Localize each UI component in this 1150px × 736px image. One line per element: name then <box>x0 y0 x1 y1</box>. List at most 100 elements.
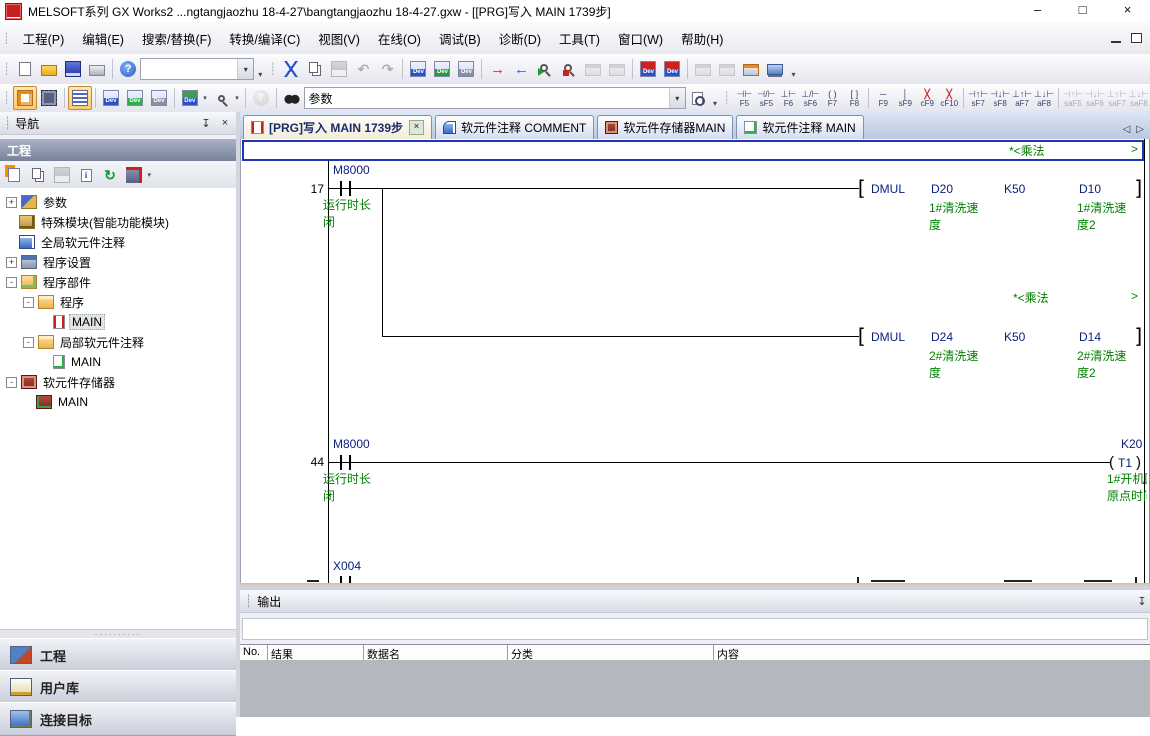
contact-symbol[interactable] <box>340 455 342 470</box>
statement-text[interactable]: *<乘法 <box>1013 289 1049 306</box>
contact-device[interactable]: M8000 <box>333 163 370 177</box>
instruction-operand[interactable]: K50 <box>1004 330 1025 344</box>
pin-icon[interactable]: ↧ <box>1134 595 1150 608</box>
falling-pulse-not-branch-button[interactable]: ⊥↓⊢saF8 <box>1128 86 1150 110</box>
refresh-button[interactable]: ↻ <box>98 163 122 187</box>
tab-device-comment[interactable]: 软元件注释 COMMENT <box>435 115 594 139</box>
falling-pulse-not-button[interactable]: ⊣↓⊢saF6 <box>1084 86 1106 110</box>
menu-online[interactable]: 在线(O) <box>369 25 430 52</box>
save-button[interactable] <box>61 57 85 81</box>
paste-data-button[interactable] <box>50 163 74 187</box>
coil-device[interactable]: T1 <box>1118 456 1132 470</box>
mdi-restore-button[interactable] <box>1131 33 1142 43</box>
device-pair-button[interactable]: Dev <box>147 86 171 110</box>
contact-symbol[interactable] <box>340 181 342 196</box>
device-find-button[interactable]: Dev <box>406 57 430 81</box>
instruction-operand[interactable]: D14 <box>1079 330 1101 344</box>
device-test-2-button[interactable]: Dev <box>660 57 684 81</box>
menu-diagnostics[interactable]: 诊断(D) <box>490 25 550 52</box>
menu-compile[interactable]: 转换/编译(C) <box>220 25 309 52</box>
navigation-toggle-button[interactable] <box>13 86 37 110</box>
bottom-nav-userlib[interactable]: 用户库 <box>0 670 236 704</box>
close-button[interactable]: × <box>1105 0 1150 22</box>
tree-expand-toggle[interactable] <box>23 398 32 407</box>
tree-expand-toggle[interactable]: - <box>23 337 34 348</box>
monitor-start-button[interactable] <box>533 57 557 81</box>
toolbar-overflow-button[interactable]: ▾ <box>710 86 720 110</box>
menu-debug[interactable]: 调试(B) <box>430 25 490 52</box>
menu-find-replace[interactable]: 搜索/替换(F) <box>133 25 220 52</box>
contact-symbol[interactable] <box>340 576 342 583</box>
statement-list-button[interactable] <box>691 57 715 81</box>
copy-button[interactable] <box>303 57 327 81</box>
menu-edit[interactable]: 编辑(E) <box>73 25 133 52</box>
rising-pulse-not-button[interactable]: ⊣↑⊢saF5 <box>1062 86 1084 110</box>
maximize-button[interactable]: □ <box>1060 0 1105 22</box>
instruction-name[interactable]: DMUL <box>871 330 905 344</box>
tree-expand-toggle[interactable]: - <box>6 277 17 288</box>
read-from-plc-button[interactable]: ← <box>509 57 533 81</box>
contact-symbol[interactable] <box>349 576 351 583</box>
minimize-button[interactable]: – <box>1015 0 1060 22</box>
device-search-button[interactable] <box>210 86 234 110</box>
pin-icon[interactable]: ↧ <box>198 117 214 130</box>
tree-expand-toggle[interactable]: + <box>6 197 17 208</box>
screen-lock-button[interactable] <box>763 57 787 81</box>
tree-item-pou[interactable]: - 程序部件 <box>0 272 236 292</box>
undo-button[interactable]: ↶ <box>351 57 375 81</box>
falling-pulse-branch-button[interactable]: ⊥↓⊢aF8 <box>1033 86 1055 110</box>
menu-window[interactable]: 窗口(W) <box>609 25 672 52</box>
tree-item-program[interactable]: - 程序 <box>0 292 236 312</box>
tree-expand-toggle[interactable]: - <box>23 297 34 308</box>
application-instruction-button[interactable]: [ ]F8 <box>843 86 865 110</box>
paste-button[interactable] <box>327 57 351 81</box>
statement-text[interactable]: *<乘法 <box>1009 142 1045 159</box>
data-property-button[interactable]: i <box>74 163 98 187</box>
open-contact-button[interactable]: ⊣⊢F5 <box>733 86 755 110</box>
tree-expand-toggle[interactable] <box>6 238 15 247</box>
note-list-button[interactable] <box>715 57 739 81</box>
copy-data-button[interactable] <box>26 163 50 187</box>
coil-symbol[interactable]: ) <box>1136 455 1141 470</box>
tree-expand-toggle[interactable]: + <box>6 257 17 268</box>
monitor-pause-button[interactable] <box>581 57 605 81</box>
rising-pulse-not-branch-button[interactable]: ⊥↑⊢saF7 <box>1106 86 1128 110</box>
cross-reference-button[interactable] <box>280 86 304 110</box>
menu-view[interactable]: 视图(V) <box>309 25 369 52</box>
tree-item-device-memory-main[interactable]: MAIN <box>0 392 236 412</box>
menu-project[interactable]: 工程(P) <box>14 25 74 52</box>
horizontal-line-button[interactable]: ─F9 <box>872 86 894 110</box>
statement-jump-button[interactable] <box>739 57 763 81</box>
tree-item-local-comment-main[interactable]: MAIN <box>0 352 236 372</box>
tree-item-global-comment[interactable]: 全局软元件注释 <box>0 232 236 252</box>
watch-button[interactable]: Dev <box>178 86 202 110</box>
cut-button[interactable] <box>279 57 303 81</box>
toolbar-overflow-button[interactable]: ▾ <box>787 57 799 81</box>
open-label-button[interactable] <box>686 86 710 110</box>
close-icon[interactable]: × <box>217 117 233 129</box>
device-test-button[interactable]: Dev <box>636 57 660 81</box>
tab-prg-main[interactable]: [PRG]写入 MAIN 1739步 × <box>243 115 432 139</box>
tree-expand-toggle[interactable] <box>6 218 15 227</box>
delete-vertical-line-button[interactable]: ╳cF10 <box>938 86 960 110</box>
toolbar-overflow-button[interactable]: ▾ <box>254 57 266 81</box>
chevron-down-icon[interactable]: ▾ <box>237 59 253 79</box>
tree-item-special-module[interactable]: 特殊模块(智能功能模块) <box>0 212 236 232</box>
tree-expand-toggle[interactable] <box>40 358 49 367</box>
device-table-button[interactable]: Dev <box>123 86 147 110</box>
open-branch-button[interactable]: ⊥⊢F6 <box>777 86 799 110</box>
closed-contact-button[interactable]: ⊣/⊢sF5 <box>755 86 777 110</box>
instruction-operand[interactable]: D10 <box>1079 182 1101 196</box>
tab-device-memory-main[interactable]: 软元件存储器MAIN <box>597 115 733 139</box>
device-comment-button[interactable]: Dev <box>99 86 123 110</box>
comment-display-toggle-button[interactable] <box>68 86 92 110</box>
redo-button[interactable]: ↷ <box>375 57 399 81</box>
print-button[interactable] <box>85 57 109 81</box>
instruction-operand[interactable]: D20 <box>931 182 953 196</box>
contact-symbol[interactable] <box>349 181 351 196</box>
write-to-plc-button[interactable]: → <box>485 57 509 81</box>
vertical-line-button[interactable]: │sF9 <box>894 86 916 110</box>
instruction-name[interactable]: DMUL <box>871 182 905 196</box>
open-button[interactable] <box>37 57 61 81</box>
rising-pulse-branch-button[interactable]: ⊥↑⊢aF7 <box>1011 86 1033 110</box>
